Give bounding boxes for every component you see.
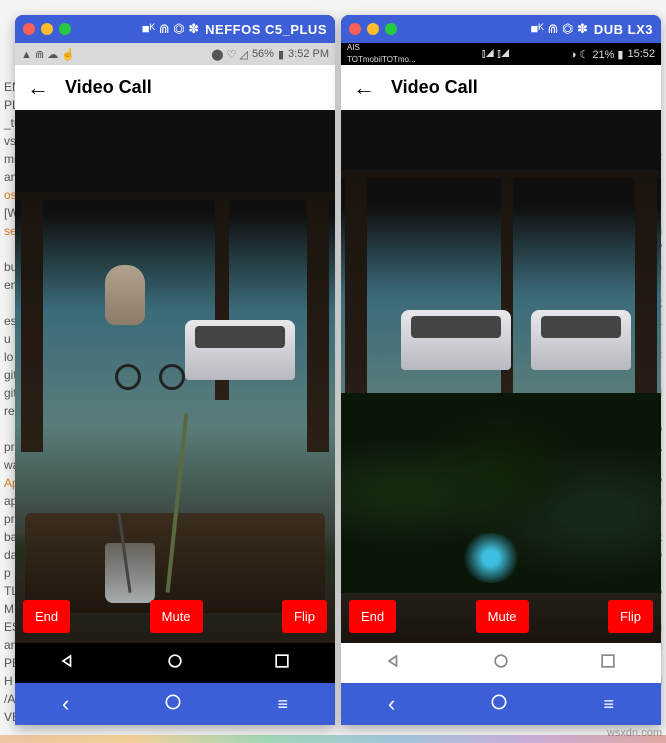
android-status-bar: ▲ ⋒ ☁ ☝ ⬤ ♡ ◿ 56% ▮ 3:52 PM [15,43,335,65]
toolbar-back-icon[interactable]: ‹ [62,691,69,717]
back-arrow-icon[interactable]: ← [27,75,49,101]
status-signal-icons: ⬤ ♡ ◿ [211,48,248,61]
phone-right: ■ᴷ ⋒ ⏣ ✽ DUB LX3 AIS TOTmobilTOTmo... ⫾◢… [341,15,661,725]
screen-title: Video Call [65,77,152,98]
carrier-label: AIS [347,44,360,52]
clock: 15:52 [627,48,655,60]
app-bar: ← Video Call [15,65,335,110]
video-feed[interactable]: End Mute Flip [341,110,661,643]
clock: 3:52 PM [288,48,329,60]
mute-button[interactable]: Mute [150,600,203,633]
device-name: NEFFOS C5_PLUS [205,22,327,37]
mute-button[interactable]: Mute [476,600,529,633]
nav-recents-icon[interactable] [272,651,292,676]
device-name: DUB LX3 [594,22,653,37]
emulator-bottom-toolbar: ‹ ≡ [15,683,335,725]
toolbar-back-icon[interactable]: ‹ [388,691,395,717]
flip-camera-button[interactable]: Flip [282,600,327,633]
toolbar-menu-icon[interactable]: ≡ [277,694,288,715]
emulator-toolbar-icons: ■ᴷ ⋒ ⏣ ✽ [531,21,588,37]
minimize-dot-icon[interactable] [367,23,379,35]
nav-home-icon[interactable] [165,651,185,676]
emulator-window-chrome: ■ᴷ ⋒ ⏣ ✽ NEFFOS C5_PLUS [15,15,335,43]
phone-left: ■ᴷ ⋒ ⏣ ✽ NEFFOS C5_PLUS ▲ ⋒ ☁ ☝ ⬤ ♡ ◿ 56… [15,15,335,725]
emulator-bottom-toolbar: ‹ ≡ [341,683,661,725]
app-bar: ← Video Call [341,65,661,110]
android-nav-bar [15,643,335,683]
emulator-window-chrome: ■ᴷ ⋒ ⏣ ✽ DUB LX3 [341,15,661,43]
battery-icon: ▮ [278,48,284,61]
end-call-button[interactable]: End [349,600,396,633]
toolbar-home-icon[interactable] [163,692,183,717]
close-dot-icon[interactable] [23,23,35,35]
android-status-bar: AIS TOTmobilTOTmo... ⫾◢ ⫾◢ ◑ ☾ 21% ▮ 15:… [341,43,661,65]
end-call-button[interactable]: End [23,600,70,633]
back-arrow-icon[interactable]: ← [353,75,375,101]
status-notif-icons: ▲ ⋒ ☁ ☝ [21,48,75,61]
signal-icons: ⫾◢ ⫾◢ [482,48,510,61]
flip-camera-button[interactable]: Flip [608,600,653,633]
close-dot-icon[interactable] [349,23,361,35]
android-nav-bar [341,643,661,683]
maximize-dot-icon[interactable] [59,23,71,35]
nav-home-icon[interactable] [491,651,511,676]
dock-strip [0,735,666,743]
toolbar-home-icon[interactable] [489,692,509,717]
phone-emulators: ■ᴷ ⋒ ⏣ ✽ NEFFOS C5_PLUS ▲ ⋒ ☁ ☝ ⬤ ♡ ◿ 56… [15,15,661,725]
video-feed[interactable]: End Mute Flip [15,110,335,683]
minimize-dot-icon[interactable] [41,23,53,35]
carrier-label-2: TOTmobilTOTmo... [347,56,416,64]
nav-back-icon[interactable] [384,651,404,676]
emulator-toolbar-icons: ■ᴷ ⋒ ⏣ ✽ [142,21,199,37]
maximize-dot-icon[interactable] [385,23,397,35]
screen-title: Video Call [391,77,478,98]
toolbar-menu-icon[interactable]: ≡ [603,694,614,715]
nav-back-icon[interactable] [58,651,78,676]
nav-recents-icon[interactable] [598,651,618,676]
battery-percent: 56% [252,48,274,60]
status-right-icons: ◑ ☾ 21% ▮ [570,48,624,61]
